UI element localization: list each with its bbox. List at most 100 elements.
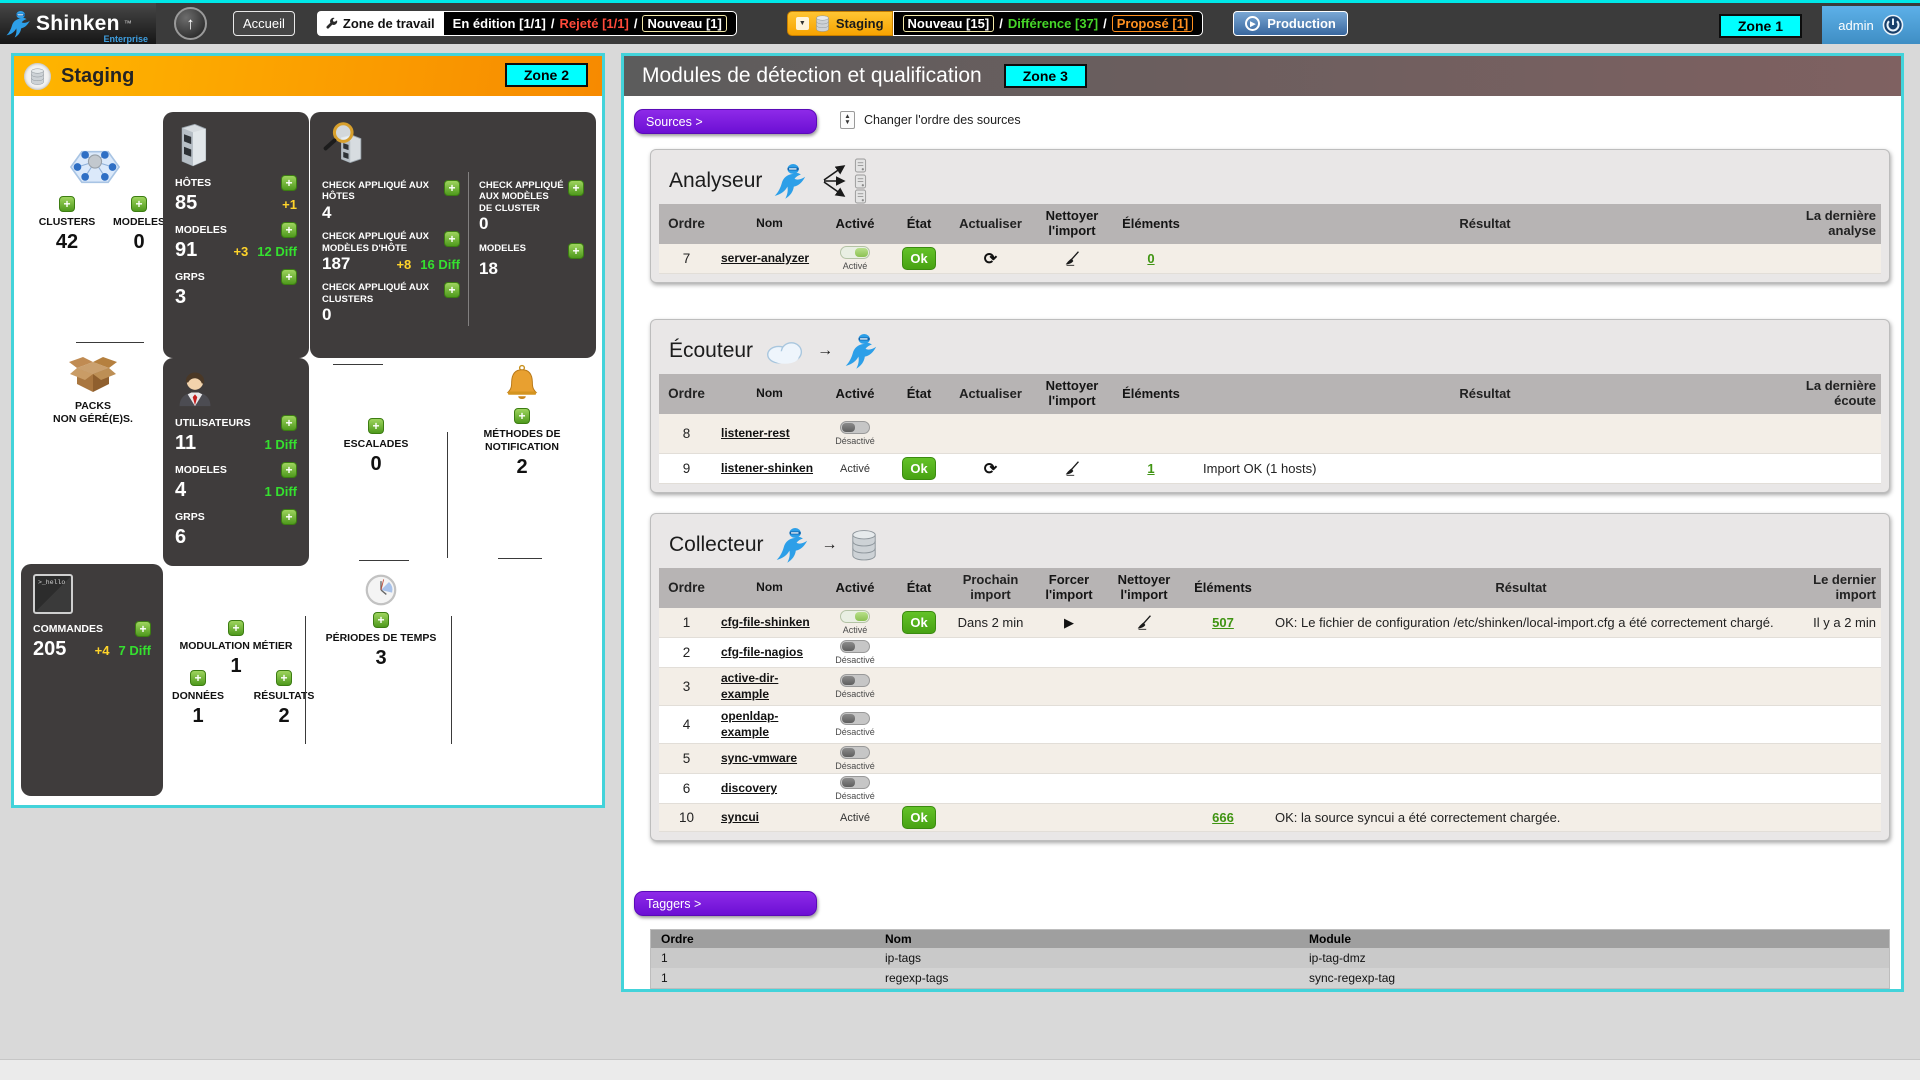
add-check-model-button[interactable]: + <box>568 243 584 259</box>
source-link[interactable]: discovery <box>721 781 777 795</box>
add-escalade-button[interactable]: + <box>368 418 384 434</box>
refresh-icon[interactable]: ⟳ <box>984 251 997 268</box>
zone1-badge: Zone 1 <box>1719 14 1802 38</box>
home-button[interactable]: Accueil <box>233 11 295 36</box>
shinken-logo[interactable]: Shinken ™ Enterprise <box>0 3 156 44</box>
host-models-delta: +3 <box>233 244 248 260</box>
enabled-toggle[interactable] <box>840 746 870 759</box>
username-label: admin <box>1838 18 1873 33</box>
separator: / <box>1103 16 1107 31</box>
col-resultat: Résultat <box>1263 568 1781 608</box>
table-row: 7 server-analyzer Activé Ok ⟳ 0 <box>659 244 1881 274</box>
add-user-group-button[interactable]: + <box>281 509 297 525</box>
ninja-icon <box>776 526 810 564</box>
clean-import-icon[interactable] <box>1064 460 1081 477</box>
taggers-button[interactable]: Taggers > <box>634 891 817 916</box>
enabled-toggle[interactable] <box>840 421 870 434</box>
col-last: La dernière analyse <box>1781 204 1881 244</box>
enabled-toggle[interactable] <box>840 246 870 259</box>
up-arrow-button[interactable]: ↑ <box>174 7 207 40</box>
enabled-toggle[interactable] <box>840 776 870 789</box>
power-button[interactable] <box>1882 14 1904 36</box>
clock-icon <box>365 574 397 606</box>
source-link[interactable]: sync-vmware <box>721 751 797 765</box>
host-models-label: MODELES <box>175 224 227 236</box>
user-menu: admin <box>1822 6 1920 44</box>
add-command-button[interactable]: + <box>135 621 151 637</box>
table-row: 3 active-dir-example Désactivé <box>659 668 1881 706</box>
elements-link[interactable]: 0 <box>1147 251 1154 266</box>
workzone-status[interactable]: En édition [1/1] / Rejeté [1/1] / Nouvea… <box>443 11 737 36</box>
source-link[interactable]: cfg-file-shinken <box>721 615 810 629</box>
shinken-ninja-icon <box>6 9 32 39</box>
database-icon <box>850 529 878 561</box>
staging-status[interactable]: Nouveau [15] / Différence [37] / Proposé… <box>893 11 1204 36</box>
workzone-button[interactable]: Zone de travail <box>317 11 443 36</box>
clean-import-icon[interactable] <box>1136 614 1153 631</box>
enabled-toggle[interactable] <box>840 610 870 623</box>
enabled-toggle[interactable] <box>840 674 870 687</box>
source-link[interactable]: syncui <box>721 810 759 824</box>
add-user-model-button[interactable]: + <box>281 462 297 478</box>
packs-label2: NON GÉRÉ(E)S. <box>53 413 133 426</box>
add-check-button[interactable]: + <box>444 282 460 298</box>
refresh-icon[interactable]: ⟳ <box>984 461 997 478</box>
add-modulation-button[interactable]: + <box>228 620 244 636</box>
add-resultats-button[interactable]: + <box>276 670 292 686</box>
sources-button[interactable]: Sources > <box>634 109 817 134</box>
check-cluster-models-label: CHECK APPLIQUÉ AUX MODÈLES DE CLUSTER <box>479 180 564 214</box>
check-models-label: MODELES <box>479 243 526 254</box>
timeperiods-value: 3 <box>375 647 386 670</box>
user-models-label: MODELES <box>175 464 227 476</box>
state-label: Activé <box>840 812 870 824</box>
force-import-icon[interactable]: ▶ <box>1064 615 1074 630</box>
escalades-value: 0 <box>370 453 381 476</box>
source-link[interactable]: listener-shinken <box>721 461 813 475</box>
add-cluster-model-button[interactable]: + <box>131 196 147 212</box>
add-host-model-button[interactable]: + <box>281 222 297 238</box>
commands-diff: 7 Diff <box>119 643 152 659</box>
elements-link[interactable]: 1 <box>1147 461 1154 476</box>
clean-import-icon[interactable] <box>1064 250 1081 267</box>
add-host-group-button[interactable]: + <box>281 269 297 285</box>
hosts-tile: HÔTES + 85 +1 MODELES + 91 +3 12 Diff GR… <box>163 112 309 358</box>
source-link[interactable]: cfg-file-nagios <box>721 645 803 659</box>
terminal-text: >_hello <box>38 579 65 586</box>
add-host-button[interactable]: + <box>281 175 297 191</box>
add-timeperiod-button[interactable]: + <box>373 612 389 628</box>
status-badge: Ok <box>902 806 935 829</box>
row-ordre: 1 <box>651 971 885 985</box>
donnees-value: 1 <box>192 705 203 728</box>
row-ordre: 1 <box>651 951 885 965</box>
source-link[interactable]: listener-rest <box>721 426 790 440</box>
add-donnees-button[interactable]: + <box>190 670 206 686</box>
add-check-button[interactable]: + <box>568 180 584 196</box>
staging-dropdown[interactable]: ▼ Staging <box>787 11 893 36</box>
add-check-button[interactable]: + <box>444 231 460 247</box>
row-nom: regexp-tags <box>885 971 1309 985</box>
enabled-toggle[interactable] <box>840 640 870 653</box>
add-user-button[interactable]: + <box>281 415 297 431</box>
elements-link[interactable]: 507 <box>1212 615 1234 630</box>
source-link[interactable]: server-analyzer <box>721 251 809 265</box>
source-link[interactable]: openldap-example <box>721 709 778 739</box>
add-cluster-button[interactable]: + <box>59 196 75 212</box>
staging-panel-header: Staging Zone 2 <box>14 56 602 96</box>
production-button[interactable]: ▶ Production <box>1233 11 1348 36</box>
workzone-group: Zone de travail En édition [1/1] / Rejet… <box>317 11 737 36</box>
separator: / <box>551 16 555 31</box>
next-import: Dans 2 min <box>948 615 1033 630</box>
divider <box>333 364 383 365</box>
elements-link[interactable]: 666 <box>1212 810 1234 825</box>
col-nettoyer: Nettoyer l'import <box>1033 204 1111 244</box>
commands-delta: +4 <box>95 643 110 659</box>
enabled-toggle[interactable] <box>840 712 870 725</box>
table-row: 2 cfg-file-nagios Désactivé <box>659 638 1881 668</box>
add-check-button[interactable]: + <box>444 180 460 196</box>
divider <box>305 616 306 744</box>
col-etat: État <box>890 568 948 608</box>
reorder-sources-control[interactable]: ▲▼ Changer l'ordre des sources <box>840 111 1021 129</box>
col-forcer: Forcer l'import <box>1033 568 1105 608</box>
add-notification-method-button[interactable]: + <box>514 408 530 424</box>
source-link[interactable]: active-dir-example <box>721 671 778 701</box>
